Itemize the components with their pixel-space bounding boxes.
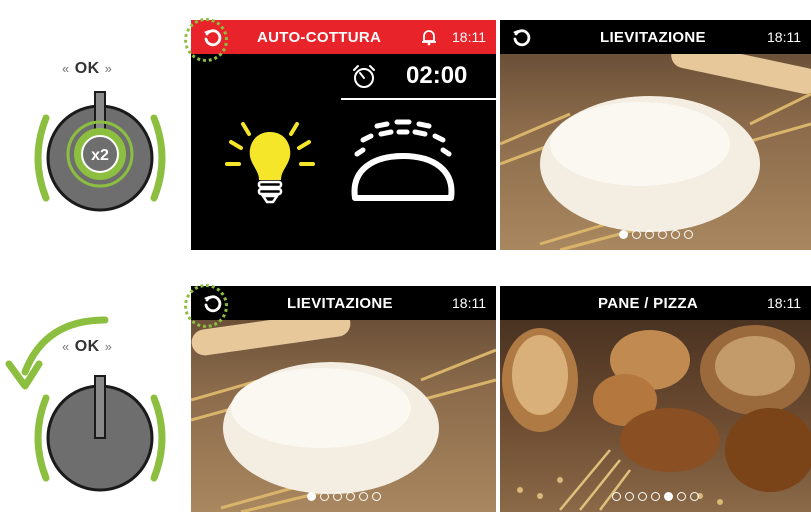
dough-image-art — [500, 54, 811, 250]
page-dot[interactable] — [332, 492, 342, 501]
back-icon[interactable] — [510, 26, 532, 48]
page-dot[interactable] — [631, 230, 641, 239]
knob-top[interactable]: x2 — [20, 88, 180, 228]
screen-title: PANE / PIZZA — [598, 294, 698, 312]
page-dot[interactable] — [625, 492, 634, 501]
knob-indicator — [94, 375, 106, 439]
page-dot[interactable] — [319, 492, 329, 501]
page-dot[interactable] — [657, 230, 667, 239]
timer-value: 02:00 — [406, 62, 468, 89]
bread-photo[interactable] — [500, 320, 811, 512]
page-dots — [500, 226, 811, 244]
status-bar: AUTO-COTTURA 18:11 — [191, 20, 496, 54]
dough-image-art — [191, 320, 496, 512]
lamp-icon — [225, 122, 315, 204]
divider — [341, 98, 496, 100]
page-dot[interactable] — [306, 492, 316, 501]
screen-lievitazione-top: LIEVITAZIONE 18:11 — [500, 20, 811, 250]
page-dot[interactable] — [690, 492, 699, 501]
screen-pane-pizza: PANE / PIZZA 18:11 — [500, 286, 811, 512]
bell-icon — [422, 30, 436, 46]
page-dot[interactable] — [670, 230, 680, 239]
dough-photo[interactable] — [191, 320, 496, 512]
screen-title: LIEVITAZIONE — [287, 294, 393, 312]
page-dot[interactable] — [677, 492, 686, 501]
bread-dome-icon — [351, 119, 455, 201]
timer-icon — [353, 65, 375, 88]
page-dot[interactable] — [664, 492, 673, 501]
clock-time: 18:11 — [767, 29, 801, 45]
rotate-right-arc-icon — [150, 394, 166, 482]
clock-time: 18:11 — [452, 295, 486, 311]
press-badge: x2 — [91, 147, 109, 164]
page-dot[interactable] — [345, 492, 355, 501]
rotate-right-arc-icon — [150, 114, 166, 202]
page-dot[interactable] — [618, 230, 628, 239]
knob-bottom[interactable] — [20, 368, 180, 508]
page-dot[interactable] — [683, 230, 693, 239]
screen-title: LIEVITAZIONE — [600, 28, 706, 46]
chevron-right-icon: » — [104, 61, 113, 76]
screen-lievitazione-bottom: LIEVITAZIONE 18:11 — [191, 286, 496, 512]
back-highlight-ring — [184, 284, 228, 328]
page-dot[interactable] — [638, 492, 647, 501]
page-dot[interactable] — [358, 492, 368, 501]
page-dot[interactable] — [651, 492, 660, 501]
page-dot[interactable] — [612, 492, 621, 501]
chevron-left-icon: « — [62, 61, 70, 76]
knob-indicator — [94, 91, 106, 133]
status-bar: PANE / PIZZA 18:11 — [500, 286, 811, 320]
page-dots — [191, 488, 496, 506]
status-bar: LIEVITAZIONE 18:11 — [191, 286, 496, 320]
rotate-left-arc-icon — [34, 394, 50, 482]
clock-time: 18:11 — [767, 295, 801, 311]
status-bar: LIEVITAZIONE 18:11 — [500, 20, 811, 54]
dough-photo[interactable] — [500, 54, 811, 250]
ok-text: OK — [74, 60, 100, 77]
ok-label-top: « OK » — [62, 60, 112, 78]
screen-title: AUTO-COTTURA — [257, 28, 382, 46]
screen-auto-cottura: AUTO-COTTURA 18:11 02:00 — [191, 20, 496, 250]
page-dots — [500, 488, 811, 506]
bread-image-art — [502, 325, 811, 511]
rotate-left-arc-icon — [34, 114, 50, 202]
page-dot[interactable] — [644, 230, 654, 239]
clock-time: 18:11 — [452, 29, 486, 45]
page-dot[interactable] — [371, 492, 381, 501]
back-highlight-ring — [184, 18, 228, 62]
